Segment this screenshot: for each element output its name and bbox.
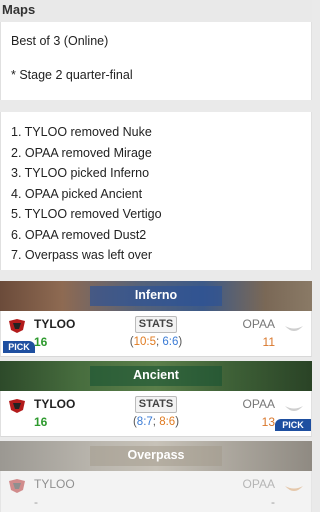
veto-list: 1. TYLOO removed Nuke 2. OPAA removed Mi…: [0, 112, 312, 270]
team-right-score: 13: [261, 415, 275, 429]
map-name: Inferno: [134, 288, 178, 302]
match-info-card: Best of 3 (Online) * Stage 2 quarter-fin…: [0, 22, 312, 100]
ct-side-score: 6:6: [162, 336, 179, 348]
map-ancient: Ancient TYLOO 16 STATS (8:7; 8:6) OPAA 1…: [0, 361, 312, 437]
t-side-score: 8:6: [159, 416, 176, 428]
pick-badge: PICK: [275, 419, 311, 431]
map-banner: Overpass: [0, 441, 312, 471]
team-left-name[interactable]: TYLOO: [34, 477, 75, 491]
map-result-row: TYLOO 16 PICK STATS (10:5; 6:6) OPAA 11: [0, 311, 312, 357]
stats-button[interactable]: STATS: [135, 316, 177, 333]
map-name: Overpass: [127, 448, 185, 462]
veto-item: 7. Overpass was left over: [11, 248, 153, 262]
ct-side-score: 8:7: [136, 416, 153, 428]
team-left-name[interactable]: TYLOO: [34, 317, 75, 331]
map-banner: Inferno: [0, 281, 312, 311]
team-left-score: -: [34, 495, 38, 509]
opaa-logo-icon: [285, 406, 303, 411]
map-overpass: Overpass TYLOO - OPAA -: [0, 441, 312, 512]
opaa-logo-icon: [285, 486, 303, 491]
stats-button[interactable]: STATS: [135, 396, 177, 413]
tyloo-logo-icon: [9, 319, 25, 333]
team-right-name[interactable]: OPAA: [243, 397, 275, 411]
half-close: ): [178, 336, 183, 348]
veto-item: 1. TYLOO removed Nuke: [11, 125, 152, 139]
t-side-score: 10:5: [133, 336, 156, 348]
team-right-name[interactable]: OPAA: [243, 317, 275, 331]
maps-header: Maps: [0, 0, 312, 22]
match-stage: * Stage 2 quarter-final: [11, 68, 133, 82]
team-right-name[interactable]: OPAA: [243, 477, 275, 491]
team-left-name[interactable]: TYLOO: [34, 397, 75, 411]
veto-item: 2. OPAA removed Mirage: [11, 145, 152, 160]
map-inferno: Inferno TYLOO 16 PICK STATS (10:5; 6:6) …: [0, 281, 312, 357]
team-right-score: 11: [262, 335, 275, 349]
team-right-score: -: [271, 495, 275, 509]
map-result-row: TYLOO - OPAA -: [0, 471, 312, 512]
veto-item: 3. TYLOO picked Inferno: [11, 166, 150, 180]
map-result-row: TYLOO 16 STATS (8:7; 8:6) OPAA 13 PICK: [0, 391, 312, 437]
veto-item: 5. TYLOO removed Vertigo: [11, 207, 162, 221]
veto-item: 6. OPAA removed Dust2: [11, 227, 147, 242]
match-format: Best of 3 (Online): [11, 34, 109, 48]
veto-item: 4. OPAA picked Ancient: [11, 186, 143, 201]
tyloo-logo-icon: [9, 479, 25, 493]
tyloo-logo-icon: [9, 399, 25, 413]
map-banner: Ancient: [0, 361, 312, 391]
opaa-logo-icon: [285, 326, 303, 331]
map-name: Ancient: [133, 368, 179, 382]
half-close: ): [175, 416, 180, 428]
